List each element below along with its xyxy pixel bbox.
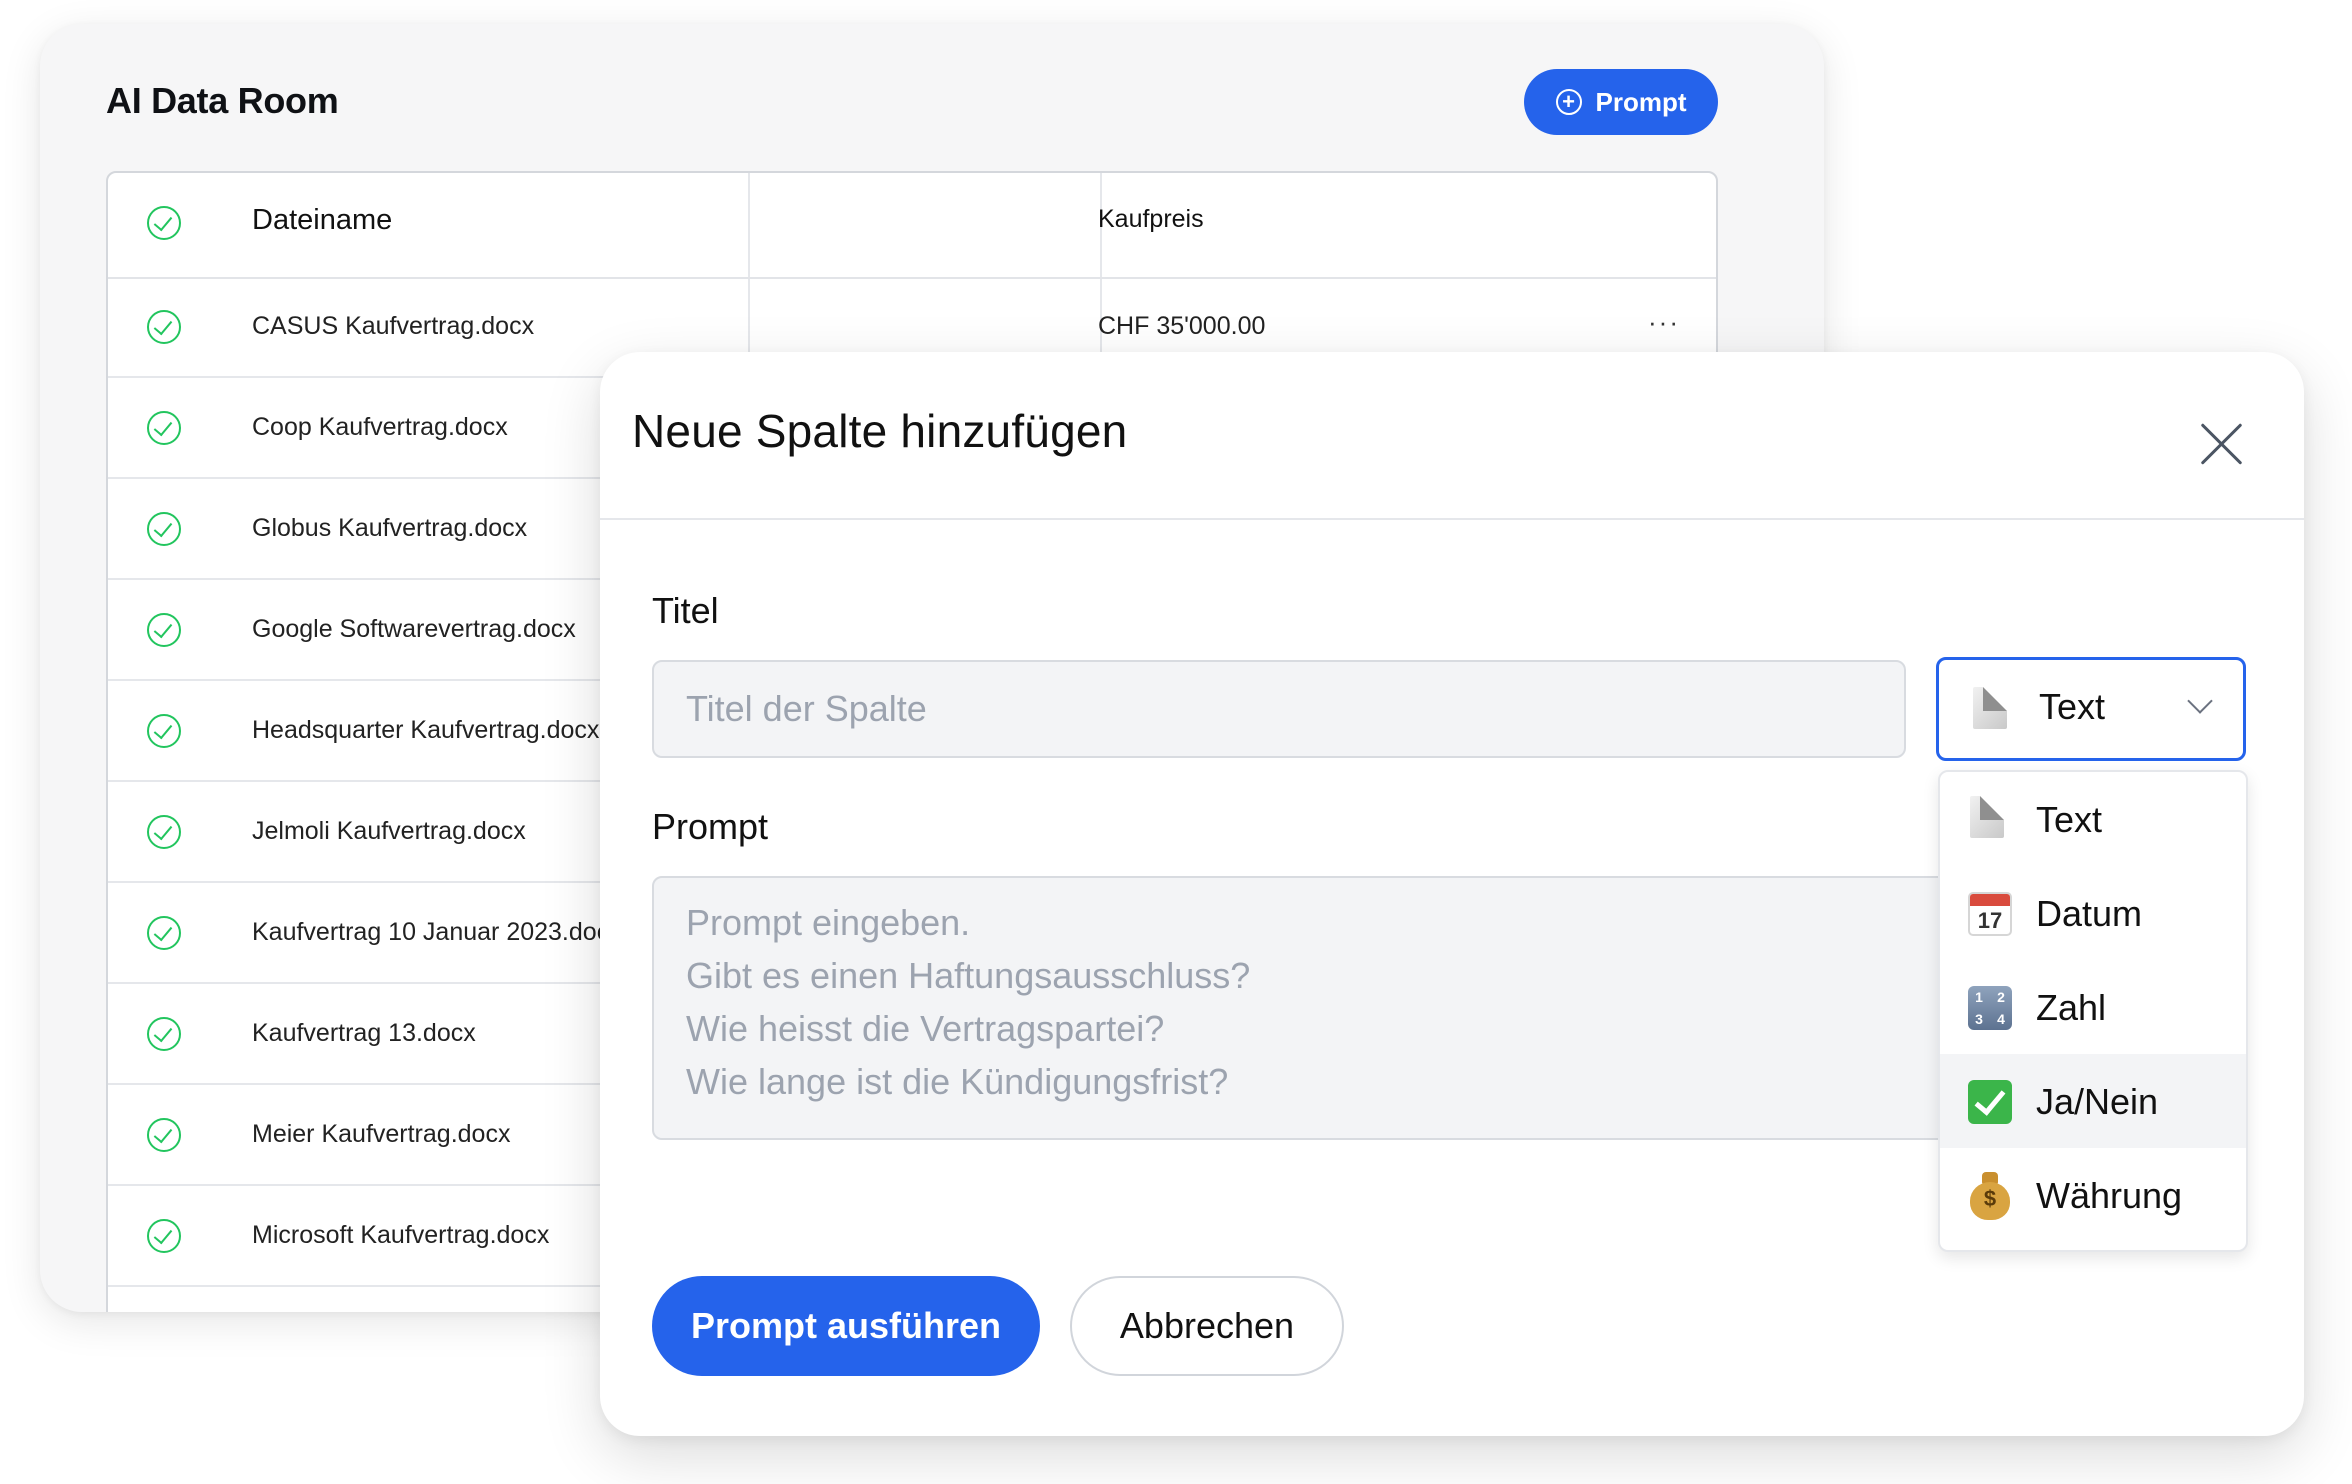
file-name: Jelmoli Kaufvertrag.docx [252, 817, 526, 845]
chevron-down-icon [2187, 688, 2213, 714]
document-icon [1973, 687, 2007, 729]
row-menu-icon[interactable]: ··· [1648, 307, 1680, 338]
select-all-check-icon[interactable] [147, 206, 181, 240]
check-circle-icon [147, 613, 181, 647]
type-dropdown-menu: Text 17 Datum 1 2 3 4 Zahl Ja/Nein $ Wäh… [1938, 770, 2248, 1252]
check-circle-icon [147, 1118, 181, 1152]
file-name: Globus Kaufvertrag.docx [252, 514, 528, 542]
check-circle-icon [147, 815, 181, 849]
modal-title: Neue Spalte hinzufügen [632, 405, 1128, 457]
add-column-modal: Neue Spalte hinzufügen Titel Titel der S… [600, 352, 2304, 1436]
dropdown-option-text[interactable]: Text [1940, 772, 2246, 866]
placeholder-line: Gibt es einen Haftungsausschluss? [686, 955, 1251, 996]
dropdown-option-yes-no[interactable]: Ja/Nein [1940, 1054, 2246, 1148]
run-prompt-button[interactable]: Prompt ausführen [652, 1276, 1040, 1376]
placeholder-line: Prompt eingeben. [686, 902, 971, 943]
column-type-select[interactable]: Text [1936, 657, 2246, 761]
file-name: CASUS Kaufvertrag.docx [252, 312, 535, 340]
file-name: Headsquarter Kaufvertrag.docx [252, 716, 600, 744]
file-name: Kaufvertrag 13.docx [252, 1019, 476, 1047]
dropdown-option-date[interactable]: 17 Datum [1940, 866, 2246, 960]
check-circle-icon [147, 714, 181, 748]
table-header: Dateiname Kaufpreis [108, 173, 1716, 279]
title-label: Titel [652, 590, 719, 631]
check-circle-icon [147, 1219, 181, 1253]
prompt-button[interactable]: + Prompt [1524, 69, 1718, 135]
price-value: CHF 35'000.00 [1098, 312, 1266, 340]
money-bag-icon: $ [1970, 1172, 2010, 1220]
check-circle-icon [147, 411, 181, 445]
option-label: Text [2036, 799, 2103, 840]
header-price[interactable]: Kaufpreis [1098, 205, 1204, 234]
close-icon[interactable] [2198, 420, 2246, 468]
cancel-button[interactable]: Abbrechen [1070, 1276, 1344, 1376]
file-name: Meier Kaufvertrag.docx [252, 1120, 511, 1148]
file-name: Kaufvertrag 10 Januar 2023.docx [252, 918, 622, 946]
check-circle-icon [147, 916, 181, 950]
file-name: Google Softwarevertrag.docx [252, 615, 576, 643]
placeholder-line: Wie heisst die Vertragspartei? [686, 1008, 1165, 1049]
document-icon [1970, 796, 2004, 838]
check-circle-icon [147, 310, 181, 344]
calendar-icon: 17 [1968, 892, 2012, 936]
prompt-button-label: Prompt [1595, 86, 1687, 117]
checkbox-icon [1968, 1080, 2012, 1124]
option-label: Ja/Nein [2036, 1081, 2159, 1122]
prompt-label: Prompt [652, 806, 769, 847]
numbers-icon: 1 2 3 4 [1968, 986, 2012, 1030]
plus-circle-icon: + [1555, 89, 1582, 115]
placeholder-line: Wie lange ist die Kündigungsfrist? [686, 1061, 1229, 1102]
option-label: Datum [2036, 893, 2143, 934]
column-title-input[interactable]: Titel der Spalte [652, 660, 1906, 758]
file-name: Microsoft Kaufvertrag.docx [252, 1221, 550, 1249]
divider [600, 518, 2304, 520]
dropdown-option-number[interactable]: 1 2 3 4 Zahl [1940, 960, 2246, 1054]
option-label: Währung [2036, 1175, 2183, 1216]
dropdown-option-currency[interactable]: $ Währung [1940, 1148, 2246, 1242]
option-label: Zahl [2036, 987, 2107, 1028]
selected-type: Text [2039, 686, 2106, 727]
file-name: Coop Kaufvertrag.docx [252, 413, 508, 441]
header-filename[interactable]: Dateiname [252, 204, 392, 237]
prompt-textarea[interactable]: Prompt eingeben. Gibt es einen Haftungsa… [652, 876, 1952, 1140]
page-title: AI Data Room [106, 80, 339, 121]
check-circle-icon [147, 512, 181, 546]
check-circle-icon [147, 1017, 181, 1051]
